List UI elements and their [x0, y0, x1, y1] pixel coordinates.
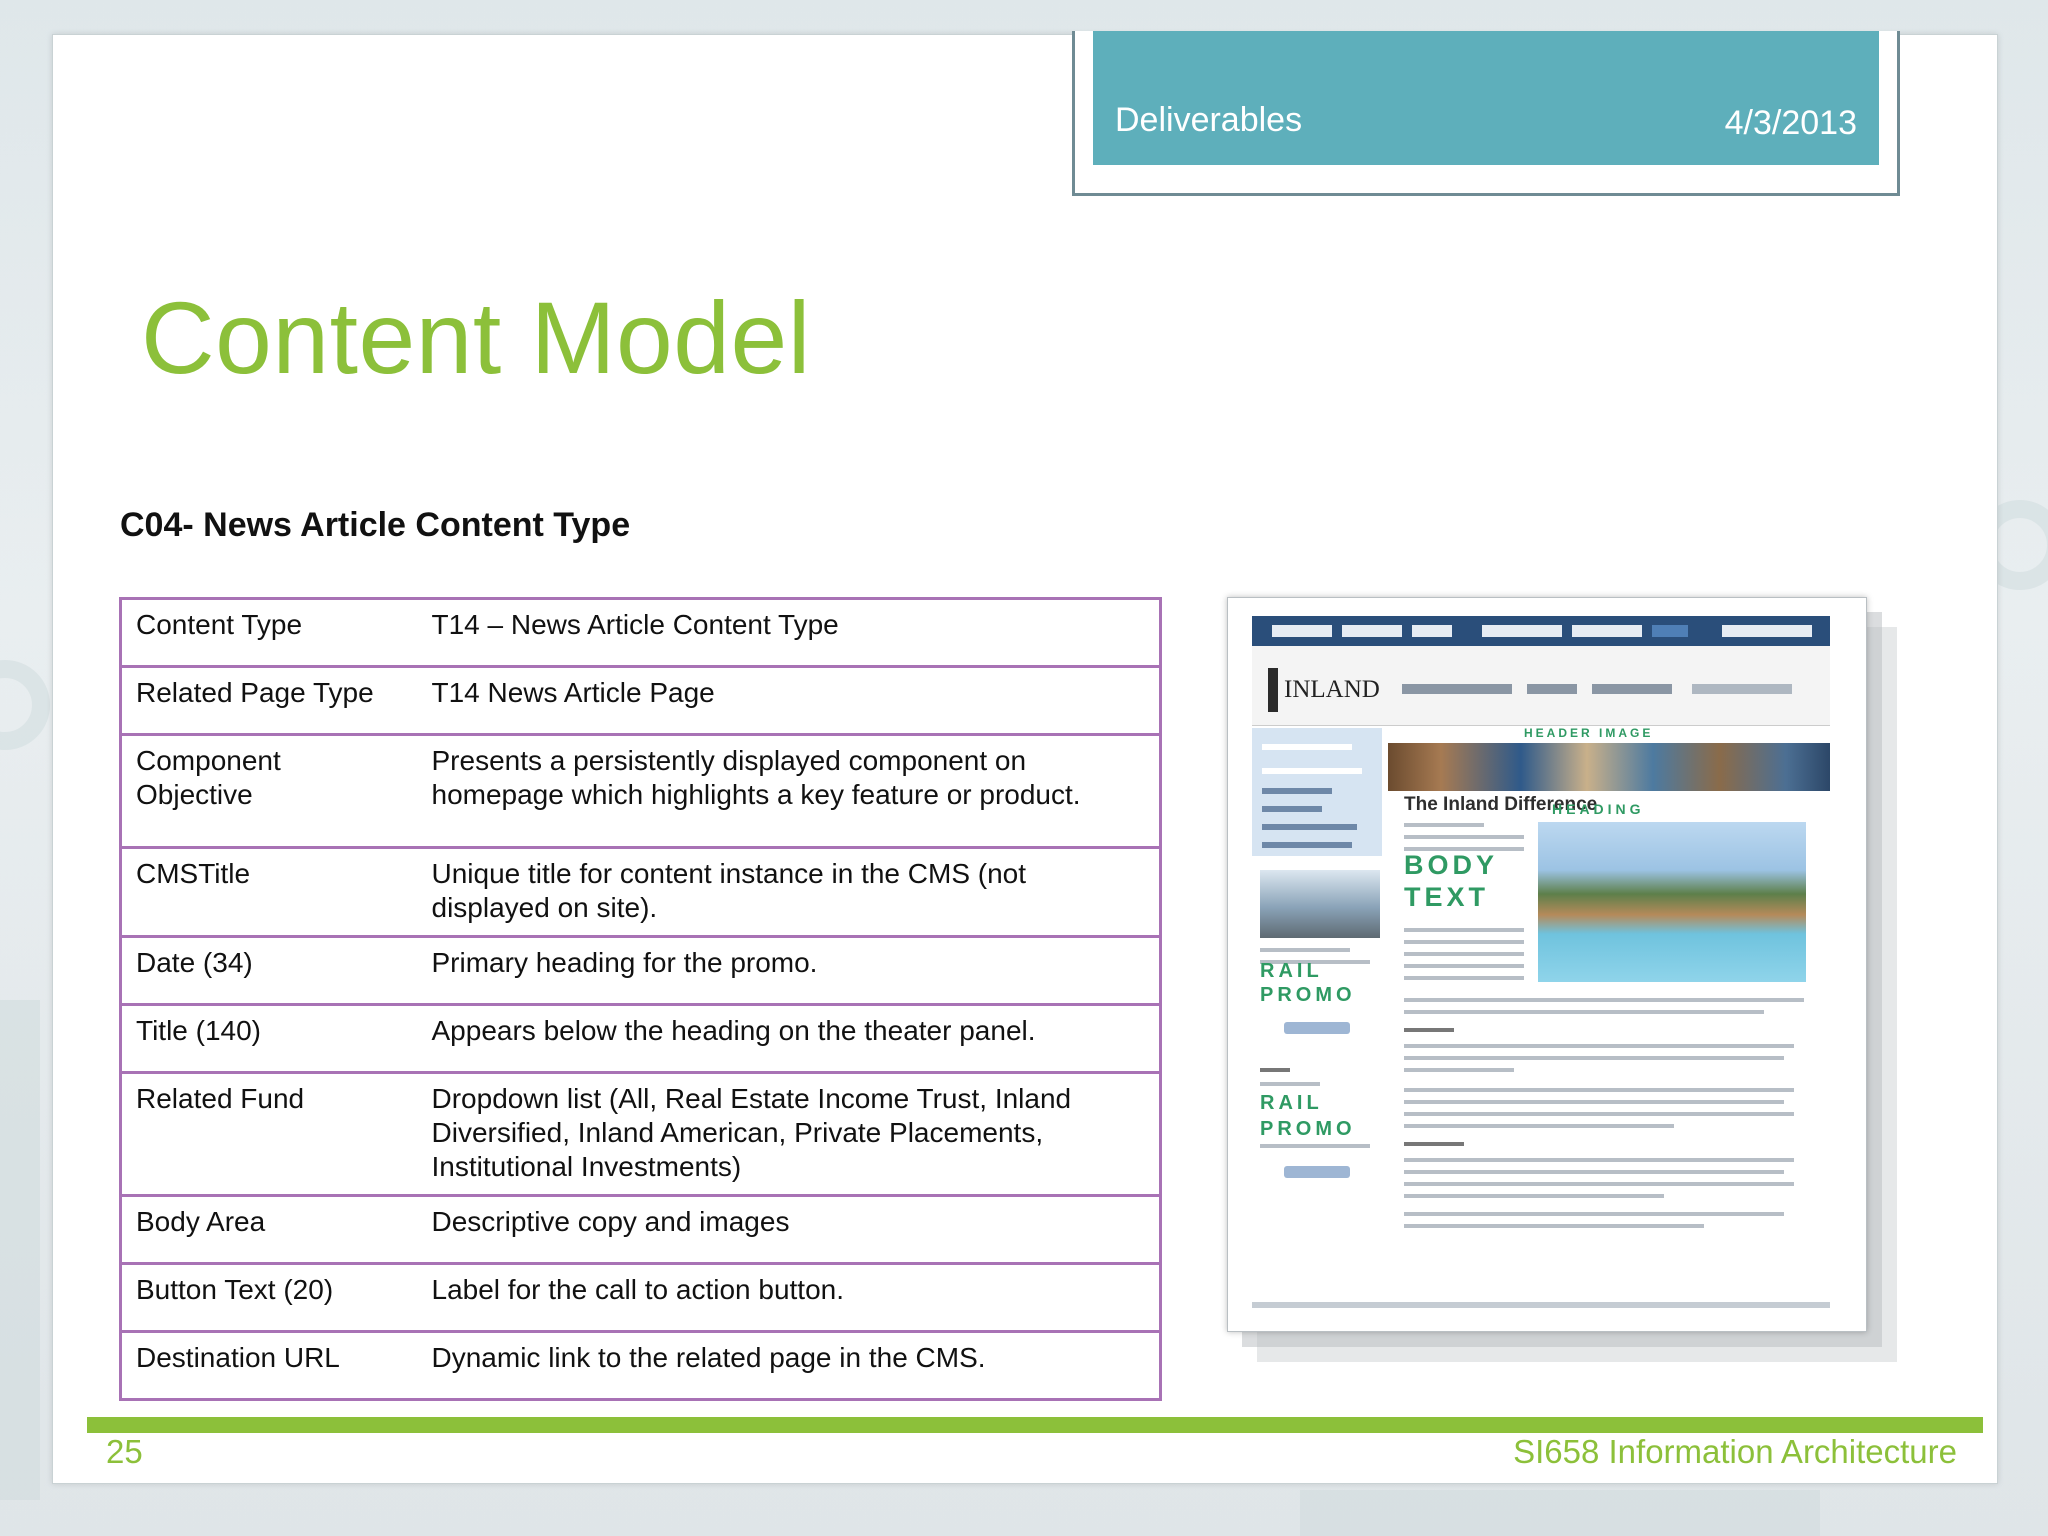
rail-promo-annotation: PROMO [1260, 984, 1356, 1006]
footer-accent-bar [87, 1417, 1983, 1433]
slide: Deliverables 4/3/2013 Content Model C04-… [52, 31, 1998, 1484]
field-name: Related Fund [120, 1071, 418, 1197]
table-row: Destination URL Dynamic link to the rela… [120, 1330, 1161, 1401]
mockup-header-image [1388, 743, 1830, 791]
table-row: Related Fund Dropdown list (All, Real Es… [120, 1071, 1161, 1197]
rail-promo-annotation: RAIL [1260, 960, 1323, 982]
logo-mark [1268, 668, 1278, 712]
table-row: Body Area Descriptive copy and images [120, 1194, 1161, 1265]
table-row: Content Type T14 – News Article Content … [120, 597, 1161, 668]
background-ring [0, 660, 50, 750]
field-name: Related Page Type [120, 665, 418, 736]
body-text-annotation: TEXT [1404, 882, 1490, 912]
field-name: CMSTitle [120, 846, 418, 938]
background-block [1300, 1490, 1820, 1536]
slide-number: 25 [106, 1433, 143, 1470]
field-name: Content Type [120, 597, 418, 668]
mockup-logo-bar: INLAND [1252, 646, 1830, 726]
content-model-table: Content Type T14 – News Article Content … [119, 597, 1162, 1401]
rail-promo-annotation: PROMO [1260, 1118, 1356, 1140]
field-name: Date (34) [120, 935, 418, 1006]
heading-annotation: HEADING [1552, 801, 1645, 817]
field-name: Button Text (20) [120, 1262, 418, 1333]
slide-date: 4/3/2013 [1724, 104, 1857, 142]
field-description: Descriptive copy and images [417, 1194, 1161, 1265]
table-row: Title (140) Appears below the heading on… [120, 1003, 1161, 1074]
field-name: Component Objective [120, 733, 418, 849]
field-description: Appears below the heading on the theater… [417, 1003, 1161, 1074]
mockup-left-nav [1252, 728, 1382, 856]
table-row: Component Objective Presents a persisten… [120, 733, 1161, 849]
table-row: Button Text (20) Label for the call to a… [120, 1262, 1161, 1333]
footer-course-title: SI658 Information Architecture [1513, 1433, 1957, 1470]
table-row: CMSTitle Unique title for content instan… [120, 846, 1161, 938]
page-title: Content Model [141, 281, 811, 395]
mockup-logo: INLAND [1284, 676, 1380, 703]
mockup-page: INLAND HEADER IMAGE The Inland Differenc… [1227, 597, 1867, 1332]
field-name: Body Area [120, 1194, 418, 1265]
rail-promo-annotation: RAIL [1260, 1092, 1323, 1114]
rail-promo-button [1284, 1022, 1350, 1034]
annotated-page-mockup: INLAND HEADER IMAGE The Inland Differenc… [1227, 597, 1917, 1382]
field-description: Dropdown list (All, Real Estate Income T… [417, 1071, 1161, 1197]
background-block [0, 1000, 40, 1500]
header-image-annotation: HEADER IMAGE [1524, 726, 1654, 740]
table-row: Related Page Type T14 News Article Page [120, 665, 1161, 736]
content-type-heading: C04- News Article Content Type [120, 506, 631, 544]
mockup-top-nav [1252, 616, 1830, 646]
body-text-annotation: BODY [1404, 850, 1499, 880]
header-tab-fill: Deliverables 4/3/2013 [1093, 31, 1879, 165]
mockup-body-photo [1538, 822, 1806, 982]
field-description: Dynamic link to the related page in the … [417, 1330, 1161, 1401]
field-name: Destination URL [120, 1330, 418, 1401]
rail-promo-button [1284, 1166, 1350, 1178]
field-description: Label for the call to action button. [417, 1262, 1161, 1333]
field-description: Primary heading for the promo. [417, 935, 1161, 1006]
field-description: Unique title for content instance in the… [417, 846, 1161, 938]
header-tab: Deliverables 4/3/2013 [1072, 31, 1900, 196]
rail-promo-image [1260, 870, 1380, 938]
field-description: Presents a persistently displayed compon… [417, 733, 1161, 849]
mockup-footer [1252, 1302, 1830, 1308]
field-description: T14 – News Article Content Type [417, 597, 1161, 668]
section-label: Deliverables [1115, 101, 1303, 139]
field-name: Title (140) [120, 1003, 418, 1074]
field-description: T14 News Article Page [417, 665, 1161, 736]
table-row: Date (34) Primary heading for the promo. [120, 935, 1161, 1006]
